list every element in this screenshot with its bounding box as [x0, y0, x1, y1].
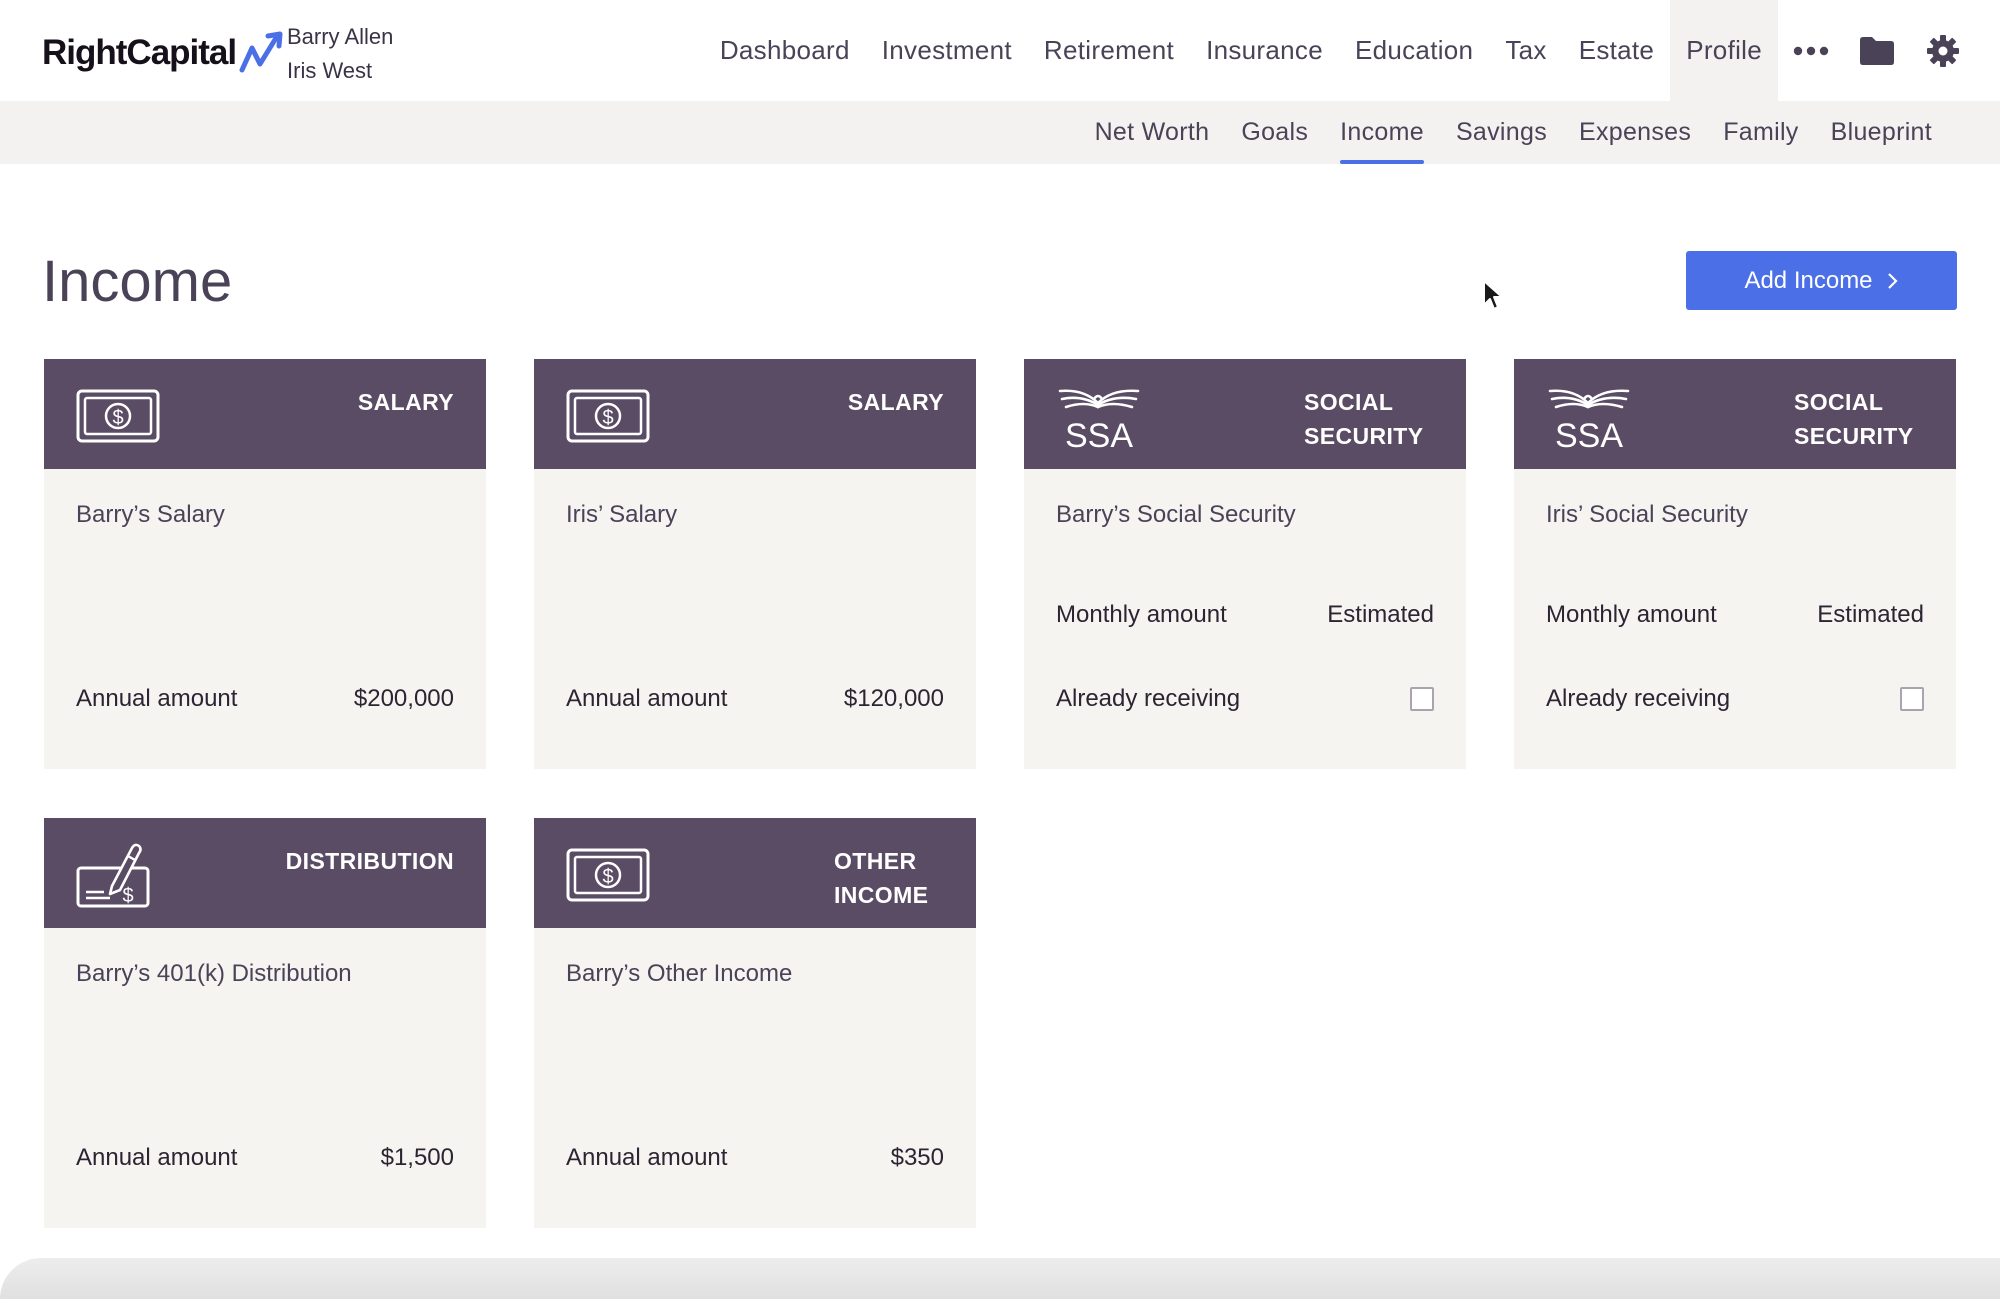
more-icon[interactable]: [1778, 0, 1844, 101]
check-pen-icon: $: [76, 843, 150, 908]
monthly-amount-row: Monthly amount Estimated: [1546, 601, 1924, 629]
gear-icon[interactable]: [1910, 0, 1976, 101]
subnav-goals[interactable]: Goals: [1225, 101, 1324, 164]
monthly-amount-value: Estimated: [1817, 601, 1924, 628]
client-name-spouse: Iris West: [287, 58, 373, 83]
already-receiving-checkbox[interactable]: [1900, 687, 1924, 711]
subnav-savings[interactable]: Savings: [1440, 101, 1563, 164]
client-name-primary: Barry Allen: [287, 24, 394, 49]
subnav-blueprint[interactable]: Blueprint: [1815, 101, 1948, 164]
income-name: Barry’s Other Income: [566, 960, 793, 987]
logo[interactable]: RightCapital: [42, 28, 288, 78]
main-nav: Dashboard Investment Retirement Insuranc…: [704, 0, 2000, 101]
card-type-label: SALARY: [847, 389, 944, 415]
svg-text:$: $: [122, 885, 133, 907]
already-receiving-row: Already receiving: [1546, 685, 1924, 713]
card-type-line: OTHER: [834, 848, 917, 874]
card-header: SSA SOCIAL SECURITY: [1024, 359, 1466, 469]
annual-amount-value: $1,500: [380, 1144, 454, 1171]
nav-tax[interactable]: Tax: [1489, 0, 1562, 101]
subnav-expenses[interactable]: Expenses: [1563, 101, 1707, 164]
card-type-label: SALARY: [357, 389, 454, 415]
income-name: Barry’s 401(k) Distribution: [76, 960, 352, 987]
already-receiving-row: Already receiving: [1056, 685, 1434, 713]
ssa-logo-text: SSA: [1065, 417, 1133, 451]
monthly-amount-value: Estimated: [1327, 601, 1434, 628]
add-income-button[interactable]: Add Income: [1686, 251, 1957, 310]
annual-amount-label: Annual amount: [76, 685, 238, 712]
ssa-logo-text: SSA: [1555, 417, 1623, 451]
nav-estate[interactable]: Estate: [1563, 0, 1671, 101]
subnav-net-worth[interactable]: Net Worth: [1079, 101, 1226, 164]
income-card-barry-salary[interactable]: $ SALARY Barry’s Salary Annual amount $2…: [44, 359, 486, 769]
annual-amount-label: Annual amount: [76, 1144, 238, 1171]
subnav-family[interactable]: Family: [1707, 101, 1814, 164]
svg-text:$: $: [602, 866, 613, 888]
income-name: Iris’ Social Security: [1546, 501, 1748, 528]
annual-amount-row: Annual amount $120,000: [566, 685, 944, 713]
monthly-amount-label: Monthly amount: [1056, 601, 1227, 628]
card-type-label: DISTRIBUTION: [285, 848, 454, 874]
window-bottom-edge: [0, 1258, 2000, 1299]
annual-amount-value: $120,000: [843, 685, 944, 712]
money-bill-icon: $: [76, 389, 160, 443]
annual-amount-label: Annual amount: [566, 1144, 728, 1171]
card-type-line: SECURITY: [1794, 423, 1914, 449]
money-bill-icon: $: [566, 389, 650, 443]
annual-amount-row: Annual amount $1,500: [76, 1144, 454, 1172]
income-name: Barry’s Social Security: [1056, 501, 1296, 528]
income-card-barry-social-security[interactable]: SSA SOCIAL SECURITY Barry’s Social Secur…: [1024, 359, 1466, 769]
folder-icon[interactable]: [1844, 0, 1910, 101]
nav-profile[interactable]: Profile: [1670, 0, 1778, 101]
page-title: Income: [42, 249, 233, 314]
income-card-barry-other-income[interactable]: $ OTHER INCOME Barry’s Other Income Annu…: [534, 818, 976, 1228]
client-names[interactable]: Barry Allen Iris West: [287, 20, 393, 88]
card-type-label: SOCIAL SECURITY: [1304, 385, 1434, 453]
card-header: SSA SOCIAL SECURITY: [1514, 359, 1956, 469]
monthly-amount-label: Monthly amount: [1546, 601, 1717, 628]
income-name: Iris’ Salary: [566, 501, 678, 528]
annual-amount-value: $350: [890, 1144, 944, 1171]
money-bill-icon: $: [566, 848, 650, 902]
card-type-label: OTHER INCOME: [834, 844, 944, 912]
nav-insurance[interactable]: Insurance: [1190, 0, 1339, 101]
add-income-label: Add Income: [1744, 266, 1873, 294]
already-receiving-label: Already receiving: [1056, 685, 1241, 712]
card-header: $ SALARY: [44, 359, 486, 469]
income-name: Barry’s Salary: [76, 501, 225, 528]
svg-text:$: $: [602, 407, 613, 429]
svg-text:$: $: [112, 407, 123, 429]
card-type-line: SOCIAL: [1304, 389, 1394, 415]
annual-amount-row: Annual amount $200,000: [76, 685, 454, 713]
card-header: $ OTHER INCOME: [534, 818, 976, 928]
nav-education[interactable]: Education: [1339, 0, 1489, 101]
card-type-line: INCOME: [834, 882, 929, 908]
card-type-label: SOCIAL SECURITY: [1794, 385, 1924, 453]
logo-text: RightCapital: [42, 33, 237, 72]
nav-investment[interactable]: Investment: [866, 0, 1028, 101]
annual-amount-label: Annual amount: [566, 685, 728, 712]
already-receiving-checkbox[interactable]: [1410, 687, 1434, 711]
annual-amount-row: Annual amount $350: [566, 1144, 944, 1172]
nav-dashboard[interactable]: Dashboard: [704, 0, 866, 101]
logo-arrow-icon: [239, 31, 283, 73]
income-card-barry-401k-distribution[interactable]: $ DISTRIBUTION Barry’s 401(k) Distributi…: [44, 818, 486, 1228]
card-header: $ DISTRIBUTION: [44, 818, 486, 928]
nav-retirement[interactable]: Retirement: [1028, 0, 1190, 101]
chevron-right-icon: [1887, 272, 1898, 289]
ssa-eagle-icon: SSA: [1548, 389, 1630, 451]
card-type-line: SECURITY: [1304, 423, 1424, 449]
already-receiving-label: Already receiving: [1546, 685, 1731, 712]
annual-amount-value: $200,000: [353, 685, 454, 712]
subnav-income[interactable]: Income: [1324, 101, 1440, 164]
mouse-cursor-icon: [1483, 280, 1503, 310]
income-card-iris-social-security[interactable]: SSA SOCIAL SECURITY Iris’ Social Securit…: [1514, 359, 1956, 769]
sub-nav: Net Worth Goals Income Savings Expenses …: [0, 101, 2000, 164]
top-bar: RightCapital Barry Allen Iris West Dashb…: [0, 0, 2000, 101]
card-type-line: SOCIAL: [1794, 389, 1884, 415]
income-card-iris-salary[interactable]: $ SALARY Iris’ Salary Annual amount $120…: [534, 359, 976, 769]
card-header: $ SALARY: [534, 359, 976, 469]
monthly-amount-row: Monthly amount Estimated: [1056, 601, 1434, 629]
ssa-eagle-icon: SSA: [1058, 389, 1140, 451]
